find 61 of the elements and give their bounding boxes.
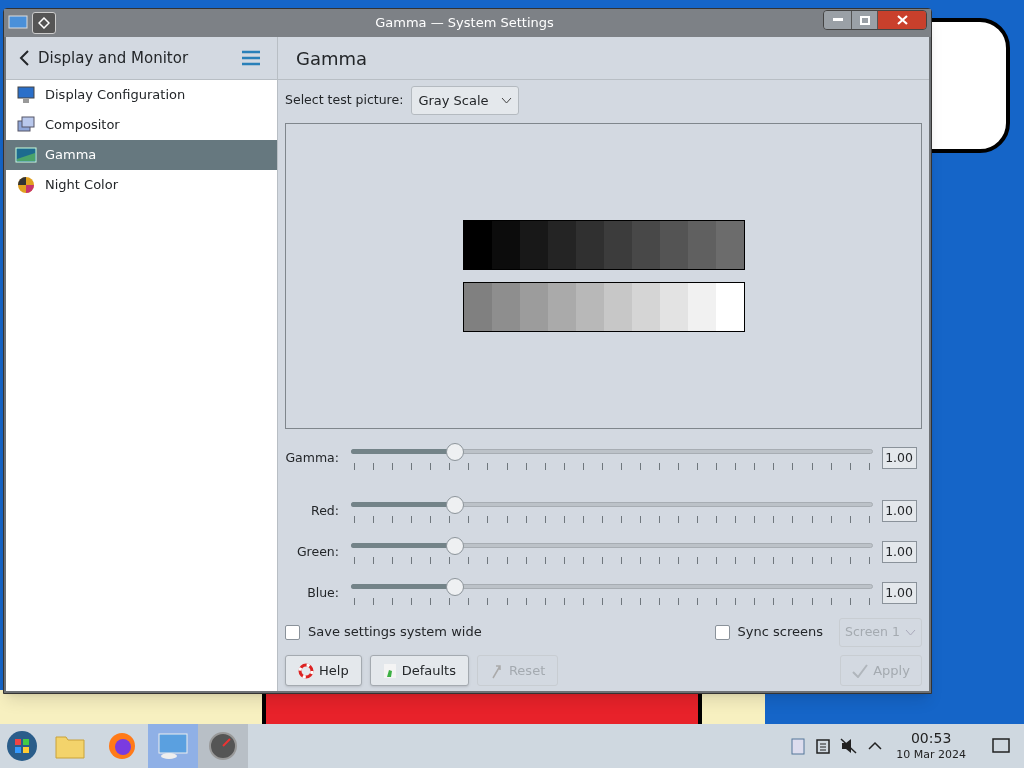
back-icon[interactable] [18,49,30,67]
speaker-muted-icon[interactable] [840,738,859,754]
show-desktop-icon[interactable] [992,738,1010,754]
dialog-button[interactable]: Help [285,655,362,686]
slider[interactable] [351,537,873,567]
sidebar-item[interactable]: Gamma [6,140,277,170]
close-icon [896,15,908,25]
slider-label: Red: [310,501,339,520]
browser-icon [107,731,137,761]
checkbox-label: Sync screens [737,623,823,642]
checkbox[interactable] [285,624,300,640]
sidebar-item[interactable]: Night Color [6,170,277,200]
slider-handle[interactable] [446,496,465,514]
dialog-button[interactable]: Defaults [369,655,469,686]
settings-app-icon [157,731,189,761]
folder-icon [55,733,85,759]
slider-label: Green: [295,542,339,561]
test-picture-dropdown[interactable]: Gray Scale [411,86,519,115]
page-title: Gamma [296,46,368,71]
value-field[interactable]: 1.00 [882,500,917,522]
settings-app-icon [8,14,28,32]
color-wheel-icon [16,175,36,195]
screen-icon [15,147,37,163]
checkmark-icon [852,663,869,678]
start-orb-icon [6,730,38,762]
slider-handle[interactable] [446,578,465,596]
window-title: Gamma — System Settings [374,14,555,33]
gauge-icon [208,731,238,761]
diamond-icon [38,17,50,29]
clock[interactable]: 00:53 10 Mar 2024 [892,730,970,762]
checkbox-label: Save settings system wide [308,623,482,642]
chevron-up-icon[interactable] [868,741,883,751]
maximize-icon [859,15,870,25]
windows-stack-icon [16,115,36,135]
menu-icon[interactable] [241,50,261,66]
slider-handle[interactable] [446,537,465,555]
monitor-icon [16,85,36,105]
minimize-icon [832,18,843,22]
test-picture-label: Select test picture: [285,91,404,110]
slider-label: Gamma: [285,448,339,467]
checkbox[interactable] [714,624,730,640]
slider[interactable] [351,443,873,473]
arrow-icon [489,662,504,679]
taskbar-app[interactable] [148,724,198,768]
sidebar-item[interactable]: Compositor [6,110,277,140]
sidebar-title: Display and Monitor [38,47,189,69]
value-field[interactable]: 1.00 [882,447,917,469]
chevron-down-icon [905,628,916,636]
slider-label: Blue: [306,583,339,602]
value-field[interactable]: 1.00 [882,541,917,563]
sidebar-item[interactable]: Display Configuration [6,80,277,110]
pin-button[interactable] [32,12,56,34]
maximize-button[interactable] [851,11,878,29]
slider-handle[interactable] [446,443,465,461]
slider[interactable] [351,496,873,526]
close-button[interactable] [878,11,926,29]
chevron-down-icon [500,97,512,104]
value-field[interactable]: 1.00 [882,582,917,604]
slider[interactable] [351,578,873,608]
lifebuoy-icon [298,662,314,679]
taskbar-app[interactable] [198,724,248,768]
